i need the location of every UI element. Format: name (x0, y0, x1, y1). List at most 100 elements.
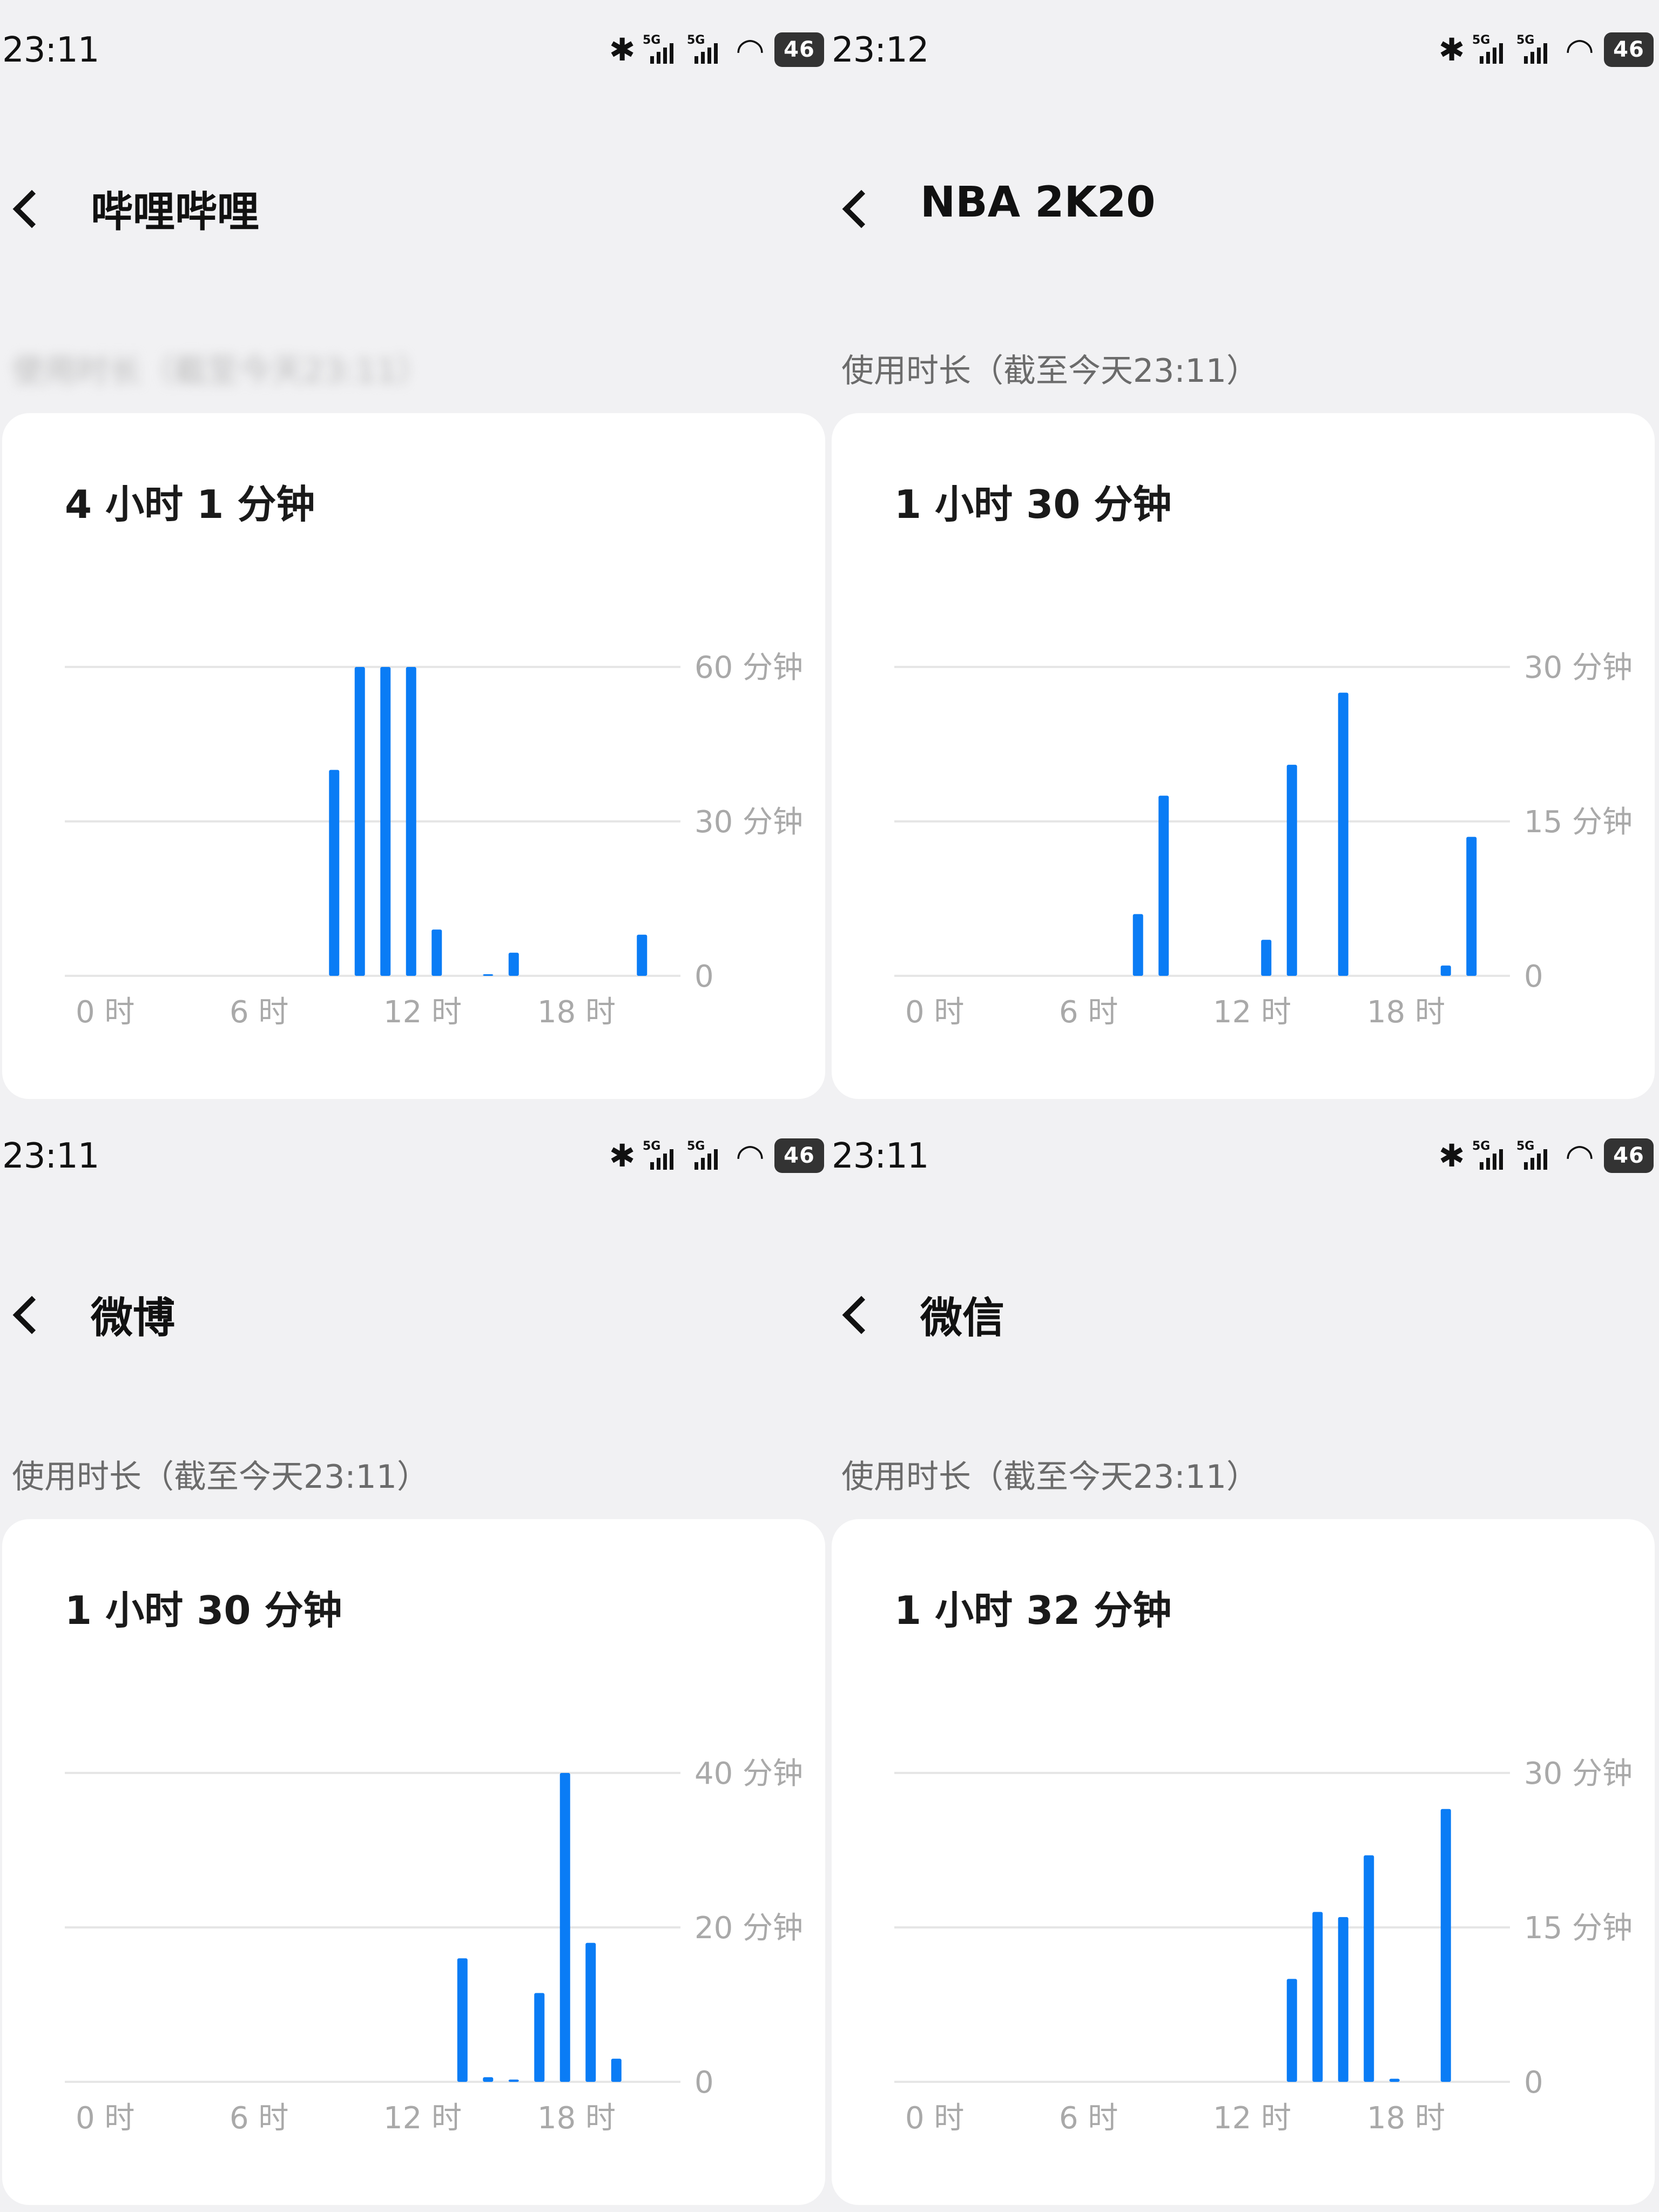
usage-bar (1364, 1855, 1374, 2082)
usage-chart: 40 分钟 20 分钟 0 0 时 6 时 12 时 18 时 (65, 1756, 803, 2136)
usage-bar (483, 2077, 494, 2082)
usage-bar (1389, 2079, 1400, 2082)
x-tick-label: 18 时 (1367, 2101, 1445, 2136)
y-tick-label: 30 分钟 (1524, 650, 1633, 685)
usage-bar (329, 770, 340, 976)
usage-bar (354, 667, 365, 976)
battery-icon: 46 (774, 32, 824, 67)
y-tick-label: 0 (1524, 2065, 1543, 2100)
x-tick-label: 12 时 (1213, 995, 1291, 1030)
usage-bar (637, 934, 648, 976)
usage-chart: 60 分钟 30 分钟 0 0 时 6 时 12 时 18 时 (65, 650, 803, 1030)
page-title: 哔哩哔哩 (91, 188, 260, 237)
panel-bilibili: 23:11 ✱ 5G 5G ◠ 46 哔哩哔哩 使用时长（截至今天23:11） … (0, 0, 830, 1106)
usage-bar (1312, 1912, 1323, 2082)
status-icons: ✱ 5G 5G ◠ 46 (607, 30, 824, 70)
x-tick-label: 12 时 (383, 995, 462, 1030)
chevron-left-icon (842, 1296, 881, 1334)
panel-nba2k20: 23:12 ✱ 5G 5G ◠ 46 NBA 2K20 使用时长（截至今天23:… (830, 0, 1659, 1106)
usage-bar (1286, 765, 1297, 976)
x-tick-label: 12 时 (1213, 2101, 1291, 2136)
page-title: 微信 (920, 1294, 1005, 1343)
chevron-left-icon (842, 190, 881, 228)
usage-bar (431, 929, 442, 976)
panel-wechat: 23:11 ✱ 5G 5G ◠ 46 微信 使用时长（截至今天23:11） 1 … (830, 1106, 1659, 2212)
bluetooth-icon: ✱ (609, 1137, 636, 1174)
usage-label: 使用时长（截至今天23:11） (841, 1458, 1259, 1496)
usage-card: 1 小时 30 分钟 40 分钟 20 分钟 0 0 时6 时 12 时 18 时 (2, 1519, 825, 2205)
signal-5g-icon: 5G (643, 32, 682, 67)
x-tick-label: 6 时 (230, 995, 288, 1030)
panel-weibo: 23:11 ✱ 5G 5G ◠ 46 微博 使用时长（截至今天23:11） 1 … (0, 1106, 830, 2212)
header: 微博 (0, 1268, 830, 1354)
status-time: 23:11 (2, 1136, 99, 1176)
x-tick-label: 18 时 (537, 995, 616, 1030)
usage-bar (457, 1958, 468, 2082)
x-tick-label: 12 时 (383, 2101, 462, 2136)
wifi-icon: ◠ (735, 30, 765, 70)
x-tick-label: 0 时 (76, 995, 134, 1030)
back-button[interactable] (11, 184, 54, 232)
x-tick-label: 6 时 (230, 2101, 288, 2136)
x-tick-label: 0 时 (76, 2101, 134, 2136)
back-button[interactable] (840, 184, 884, 232)
usage-label: 使用时长（截至今天23:11） (12, 1458, 429, 1496)
signal-5g-icon: 5G (687, 32, 726, 67)
usage-bar (380, 667, 391, 976)
usage-bar (1440, 1809, 1451, 2082)
battery-icon: 46 (774, 1138, 824, 1173)
battery-icon: 46 (1604, 32, 1654, 67)
wifi-icon: ◠ (1564, 30, 1595, 70)
wifi-icon: ◠ (735, 1136, 765, 1176)
bluetooth-icon: ✱ (609, 31, 636, 68)
usage-label: 使用时长（截至今天23:11） (841, 352, 1259, 390)
header: 微信 (830, 1268, 1659, 1354)
chevron-left-icon (12, 1296, 51, 1334)
usage-bar (1440, 965, 1451, 976)
y-tick-label: 30 分钟 (694, 805, 803, 840)
usage-bar (1158, 795, 1169, 976)
bluetooth-icon: ✱ (1438, 31, 1465, 68)
chevron-left-icon (12, 190, 51, 228)
status-time: 23:11 (832, 1136, 929, 1176)
usage-label: 使用时长（截至今天23:11） (12, 352, 429, 390)
y-tick-label: 20 分钟 (694, 1911, 803, 1946)
status-bar: 23:11 ✱ 5G 5G ◠ 46 (0, 1132, 830, 1179)
back-button[interactable] (840, 1290, 884, 1338)
y-tick-label: 40 分钟 (694, 1756, 803, 1791)
status-icons: ✱ 5G 5G ◠ 46 (1437, 30, 1654, 70)
battery-icon: 46 (1604, 1138, 1654, 1173)
status-icons: ✱ 5G 5G ◠ 46 (607, 1136, 824, 1176)
y-tick-label: 15 分钟 (1524, 805, 1633, 840)
back-button[interactable] (11, 1290, 54, 1338)
page-title: NBA 2K20 (920, 178, 1156, 227)
signal-5g-icon: 5G (687, 1138, 726, 1173)
y-tick-label: 15 分钟 (1524, 1911, 1633, 1946)
x-tick-label: 6 时 (1059, 995, 1118, 1030)
bluetooth-icon: ✱ (1438, 1137, 1465, 1174)
usage-bar (406, 667, 416, 976)
signal-5g-icon: 5G (643, 1138, 682, 1173)
usage-bar (534, 1993, 545, 2082)
usage-card: 4 小时 1 分钟 60 分钟 30 分钟 0 0 时6 时 12 时 18 时 (2, 413, 825, 1099)
signal-5g-icon: 5G (1472, 1138, 1511, 1173)
y-tick-label: 60 分钟 (694, 650, 803, 685)
usage-chart: 30 分钟 15 分钟 0 0 时 6 时 12 时 18 时 (894, 650, 1633, 1030)
usage-chart: 30 分钟 15 分钟 0 0 时 6 时 12 时 18 时 (894, 1756, 1633, 2136)
usage-bar (611, 2059, 622, 2082)
usage-card: 1 小时 30 分钟 30 分钟 15 分钟 0 0 时6 时 12 时 18 时 (832, 413, 1655, 1099)
header: 哔哩哔哩 (0, 162, 830, 248)
y-tick-label: 0 (694, 959, 714, 994)
usage-bar (508, 2079, 519, 2082)
usage-bar (559, 1773, 570, 2082)
header: NBA 2K20 (830, 162, 1659, 248)
y-tick-label: 0 (694, 2065, 714, 2100)
page-title: 微博 (91, 1294, 176, 1343)
status-time: 23:12 (832, 30, 929, 70)
wifi-icon: ◠ (1564, 1136, 1595, 1176)
status-bar: 23:11 ✱ 5G 5G ◠ 46 (0, 26, 830, 73)
y-tick-label: 0 (1524, 959, 1543, 994)
status-bar: 23:11 ✱ 5G 5G ◠ 46 (830, 1132, 1659, 1179)
usage-card: 1 小时 32 分钟 30 分钟 15 分钟 0 0 时6 时 12 时 18 时 (832, 1519, 1655, 2205)
status-bar: 23:12 ✱ 5G 5G ◠ 46 (830, 26, 1659, 73)
